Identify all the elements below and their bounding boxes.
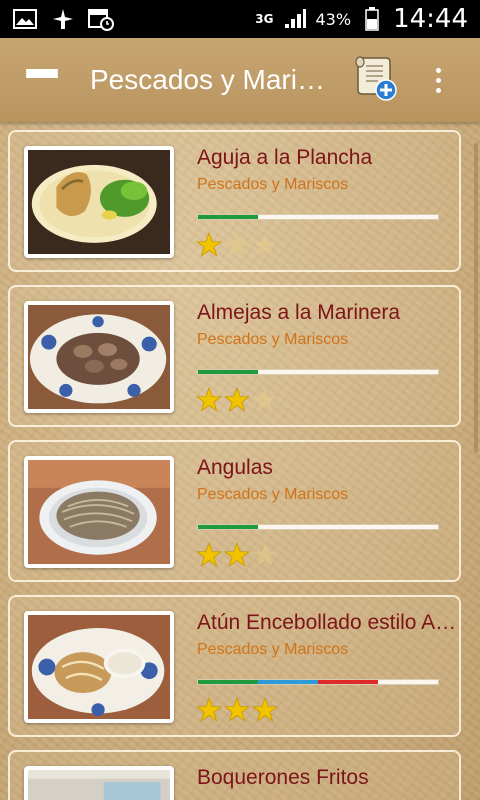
recipe-title: Almejas a la Marinera (197, 301, 401, 324)
page-title: Pescados y Mariscos (90, 64, 326, 95)
recipe-card[interactable]: Almejas a la Marinera Pescados y Marisco… (8, 285, 461, 427)
recipe-photo (24, 146, 174, 258)
difficulty-segment-medium (258, 680, 318, 684)
hamburger-menu-icon (26, 69, 58, 91)
recipe-photo (24, 456, 174, 568)
recipe-title: Boquerones Fritos (197, 766, 369, 789)
network-type-label: 3G (255, 12, 274, 26)
rating-stars (196, 697, 278, 723)
difficulty-segment-easy (198, 525, 258, 529)
rating-stars (196, 387, 278, 413)
star-filled-icon (196, 542, 222, 567)
recipe-title: Aguja a la Plancha (197, 146, 373, 169)
recipe-card[interactable]: Boquerones Fritos (8, 750, 461, 800)
difficulty-segment-easy (198, 370, 258, 374)
star-filled-icon (224, 697, 250, 722)
clock: 14:44 (393, 4, 468, 34)
image-icon (12, 7, 38, 31)
difficulty-segment-easy (198, 215, 258, 219)
recipe-card[interactable]: Atún Encebollado estilo Andaluz Pescados… (8, 595, 461, 737)
star-empty-icon (225, 233, 249, 256)
recipe-title: Angulas (197, 456, 273, 479)
toolbar: Pescados y Mariscos (0, 38, 480, 122)
difficulty-bar (197, 679, 439, 685)
recipe-photo (24, 301, 174, 413)
scroll-add-icon (352, 54, 398, 107)
overflow-menu-button[interactable] (418, 38, 458, 122)
difficulty-bar (197, 524, 439, 530)
rating-stars (196, 542, 278, 568)
add-recipe-button[interactable] (344, 38, 406, 122)
recipe-card[interactable]: Aguja a la Plancha Pescados y Mariscos (8, 130, 461, 272)
windmill-icon (50, 7, 76, 31)
recipe-category: Pescados y Mariscos (197, 176, 349, 193)
difficulty-bar (197, 369, 439, 375)
star-filled-icon (224, 542, 250, 567)
scrollbar[interactable] (474, 143, 478, 453)
recipe-photo (24, 611, 174, 723)
recipe-category: Pescados y Mariscos (197, 331, 349, 348)
battery-percent: 43% (315, 9, 352, 29)
star-filled-icon (196, 232, 222, 257)
status-bar: 3G 43% 14:44 (0, 0, 480, 38)
calendar-clock-icon (88, 7, 114, 31)
rating-stars (196, 232, 278, 258)
more-vert-icon (435, 67, 441, 93)
difficulty-bar (197, 214, 439, 220)
star-empty-icon (253, 543, 277, 566)
difficulty-segment-hard (318, 680, 378, 684)
star-filled-icon (196, 697, 222, 722)
star-filled-icon (252, 697, 278, 722)
star-empty-icon (253, 233, 277, 256)
recipe-photo (24, 766, 174, 800)
star-filled-icon (196, 387, 222, 412)
menu-button[interactable] (0, 38, 84, 122)
recipe-category: Pescados y Mariscos (197, 486, 349, 503)
star-empty-icon (253, 388, 277, 411)
difficulty-segment-easy (198, 680, 258, 684)
recipe-category: Pescados y Mariscos (197, 641, 349, 658)
app-content: Pescados y Mariscos (0, 38, 480, 800)
signal-icon (282, 7, 308, 31)
recipe-card[interactable]: Angulas Pescados y Mariscos (8, 440, 461, 582)
battery-icon (359, 7, 385, 31)
star-filled-icon (224, 387, 250, 412)
recipe-title: Atún Encebollado estilo Andaluz (197, 611, 459, 634)
